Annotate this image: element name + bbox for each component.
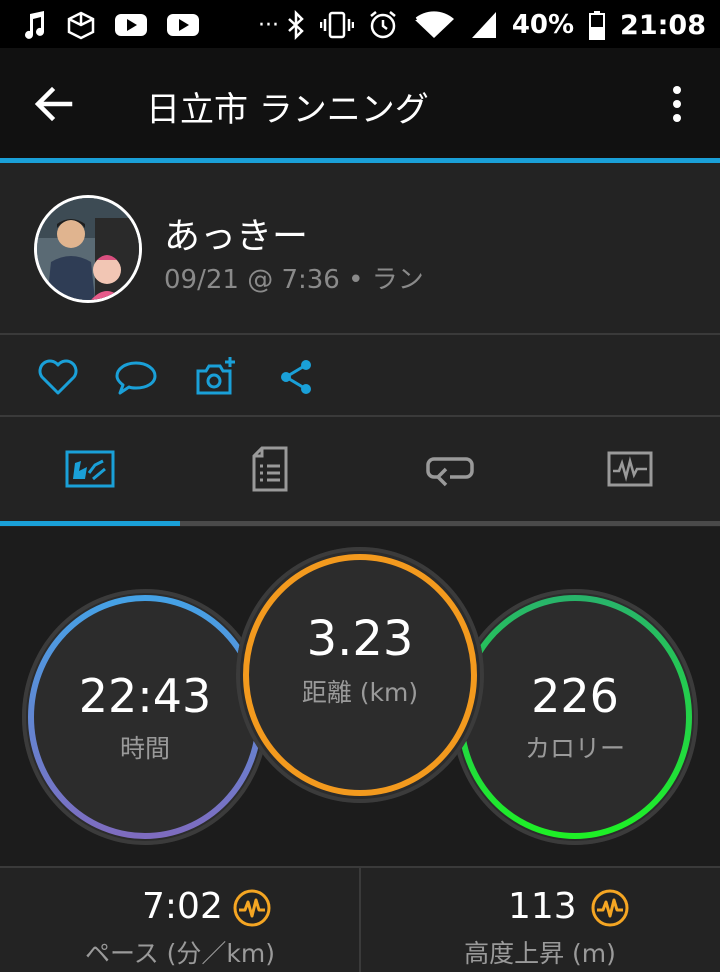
wifi-icon (412, 11, 454, 38)
elevation-label: 高度上昇 (m) (464, 939, 616, 968)
comment-icon[interactable] (114, 355, 158, 399)
tab-details[interactable] (180, 417, 360, 521)
loop-icon (426, 457, 474, 487)
distance-stat: 3.23 距離 (km) (236, 547, 484, 803)
document-list-icon (252, 446, 288, 492)
page-title: 日立市 ランニング (146, 90, 429, 130)
pace-value: 7:02 (142, 886, 223, 927)
heart-icon[interactable] (36, 355, 80, 399)
battery-icon (589, 11, 606, 40)
avatar-photo (37, 198, 139, 300)
avatar[interactable] (34, 195, 142, 303)
activity-meta: 09/21 @ 7:36 • ラン (164, 265, 424, 295)
vibrate-icon (319, 11, 354, 39)
action-bar (0, 335, 720, 417)
back-arrow-icon[interactable] (30, 82, 80, 126)
more-notifications-indicator: ··· (258, 12, 279, 38)
add-photo-icon[interactable] (194, 355, 238, 399)
signal-icon (471, 12, 496, 38)
overflow-menu-icon[interactable] (660, 82, 694, 126)
battery-percent: 40% (511, 10, 575, 40)
alarm-icon (370, 11, 396, 39)
elevation-value: 113 (508, 886, 577, 927)
user-name[interactable]: あっきー (164, 207, 308, 259)
bluetooth-icon (287, 10, 304, 40)
time-value: 22:43 (78, 669, 212, 723)
pace-label: ペース (分／km) (84, 939, 276, 968)
app-bar: 日立市 ランニング (0, 48, 720, 160)
youtube-icon (167, 14, 199, 36)
elevation-stat: 113 高度上昇 (m) (360, 868, 720, 972)
tab-charts[interactable] (540, 417, 720, 521)
system-icons: 40% 21:08 (286, 8, 706, 42)
time-label: 時間 (119, 734, 170, 763)
distance-label: 距離 (km) (301, 678, 419, 707)
bottom-stats: 7:02 ペース (分／km) 113 高度上昇 (m) (0, 866, 720, 972)
notification-icons: ··· (22, 8, 279, 42)
summary-icon (65, 450, 115, 488)
tab-indicator (0, 521, 180, 526)
clock: 21:08 (620, 9, 706, 41)
calories-value: 226 (531, 669, 619, 723)
share-icon[interactable] (274, 355, 318, 399)
activity-header: あっきー 09/21 @ 7:36 • ラン (0, 163, 720, 335)
elevation-badge-icon[interactable] (590, 888, 630, 928)
tab-summary[interactable] (0, 417, 180, 521)
calories-stat: 226 カロリー (452, 589, 698, 845)
music-note-icon (25, 11, 44, 39)
box-app-icon (67, 11, 95, 40)
time-stat: 22:43 時間 (22, 589, 268, 845)
chart-icon (607, 451, 653, 487)
pace-stat: 7:02 ペース (分／km) (0, 868, 360, 972)
distance-value: 3.23 (306, 611, 414, 667)
pace-badge-icon[interactable] (232, 888, 272, 928)
calories-label: カロリー (524, 734, 625, 763)
stats-area: 22:43 時間 226 カロリー 3.23 距離 (km) (0, 527, 720, 867)
tab-laps[interactable] (360, 417, 540, 521)
youtube-icon (115, 14, 147, 36)
status-bar: ··· 40% 21:08 (0, 0, 720, 48)
activity-tabs (0, 417, 720, 527)
